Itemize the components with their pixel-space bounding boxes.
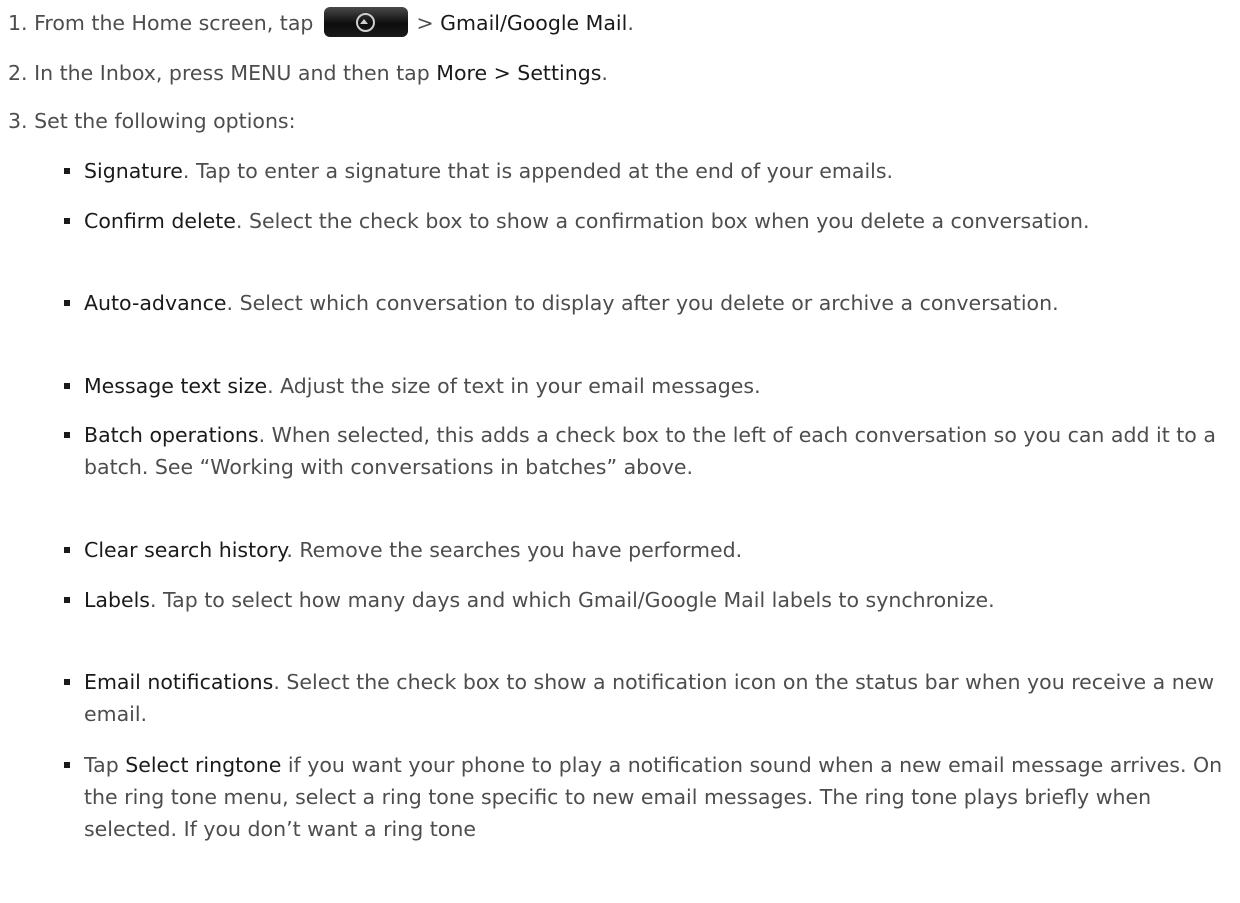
option-pre: Tap (84, 753, 126, 777)
option-term: Labels (84, 588, 150, 612)
step-text: In the Inbox, press MENU and then tap (34, 61, 437, 85)
option-term: Email notifications (84, 670, 274, 694)
step-separator: > (409, 11, 441, 35)
step-punct: . (627, 11, 634, 35)
step-number: 2. (8, 61, 28, 85)
step-text: Set the following options: (34, 109, 296, 133)
option-term: Message text size (84, 374, 268, 398)
bullet-icon (64, 168, 70, 174)
option-desc: . Remove the searches you have performed… (286, 538, 743, 562)
home-button-icon (323, 7, 408, 37)
manual-page: 1. From the Home screen, tap > Gmail/Goo… (0, 0, 1240, 903)
step-number: 1. (8, 11, 28, 35)
option-desc: . Tap to select how many days and which … (149, 588, 995, 612)
step-2: 2. In the Inbox, press MENU and then tap… (8, 61, 608, 85)
option-term: Clear search history (84, 538, 287, 562)
option-term: Auto-advance (84, 291, 227, 315)
bullet-icon (64, 300, 70, 306)
option-desc: . Select the check box to show a confirm… (235, 209, 1090, 233)
bullet-icon (64, 432, 70, 438)
step-punct: . (601, 61, 608, 85)
bullet-icon (64, 597, 70, 603)
bullet-icon (64, 679, 70, 685)
option-term: Signature (84, 159, 183, 183)
step-1: 1. From the Home screen, tap > Gmail/Goo… (8, 7, 634, 37)
option-desc: . Tap to enter a signature that is appen… (182, 159, 894, 183)
bullet-icon (64, 218, 70, 224)
step-target: Gmail/Google Mail (440, 11, 628, 35)
bullet-icon (64, 383, 70, 389)
step-text: From the Home screen, tap (34, 11, 320, 35)
option-term: Confirm delete (84, 209, 236, 233)
step-number: 3. (8, 109, 28, 133)
bullet-icon (64, 547, 70, 553)
option-desc: . Adjust the size of text in your email … (267, 374, 761, 398)
option-term: Select ringtone (125, 753, 282, 777)
option-desc: . Select which conversation to display a… (226, 291, 1059, 315)
bullet-icon (64, 762, 70, 768)
step-target: More > Settings (436, 61, 602, 85)
option-term: Batch operations (84, 423, 259, 447)
step-3: 3. Set the following options: (8, 109, 296, 133)
